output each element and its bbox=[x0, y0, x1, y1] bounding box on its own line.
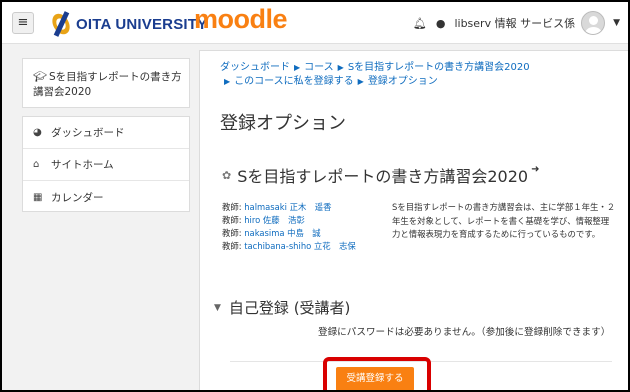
course-summary: Sを目指すレポートの書き方講習会は、主に学部１年生・２年生を対象として、レポート… bbox=[392, 202, 616, 239]
breadcrumb-item[interactable]: ダッシュボード bbox=[220, 62, 290, 73]
avatar[interactable] bbox=[581, 11, 606, 35]
top-navbar: ≡ OITA UNIVERSITY moodle 🔔︎ ● libserv 情報… bbox=[2, 2, 628, 44]
breadcrumb-item[interactable]: コース bbox=[304, 62, 334, 73]
breadcrumb-separator-icon: ▶ bbox=[294, 63, 301, 72]
chat-bubble-icon[interactable]: ● bbox=[436, 17, 446, 30]
enrol-section-title: 自己登録 (受講者) bbox=[228, 299, 351, 317]
breadcrumb: ダッシュボード ▶ コース ▶ Sを目指すレポートの書き方講習会2020 ▶ このコースに… bbox=[220, 61, 600, 89]
sidebar-course-label: Sを目指すレポートの書き方講習会2020 bbox=[33, 71, 182, 98]
bell-icon[interactable]: 🔔︎ bbox=[413, 17, 427, 30]
main-region: ダッシュボード ▶ コース ▶ Sを目指すレポートの書き方講習会2020 ▶ このコースに… bbox=[199, 50, 628, 390]
teacher-row: 教師: hiro 佐藤 浩彰 bbox=[222, 215, 305, 225]
calendar-icon: ▦ bbox=[33, 191, 43, 203]
course-icon: ✿ bbox=[222, 168, 232, 182]
course-title-text[interactable]: Sを目指すレポートの書き方講習会2020 bbox=[237, 163, 528, 187]
teacher-list: 教師: halmasaki 正木 遥香 教師: hiro 佐藤 浩彰 教師: n… bbox=[222, 201, 390, 253]
breadcrumb-separator-icon: ▶ bbox=[357, 77, 364, 86]
teacher-row: 教師: halmasaki 正木 遥香 bbox=[222, 202, 332, 212]
moodle-logo[interactable]: moodle bbox=[194, 4, 288, 35]
sidebar-item-label: ダッシュボード bbox=[51, 127, 125, 139]
breadcrumb-separator-icon: ▶ bbox=[224, 77, 231, 86]
sidebar-item-label: サイトホーム bbox=[51, 159, 114, 171]
teacher-name[interactable]: hiro 佐藤 浩彰 bbox=[244, 215, 305, 225]
teacher-name[interactable]: tachibana-shiho 立花 志保 bbox=[244, 241, 356, 251]
sidebar-item-calendar[interactable]: ▦ カレンダー bbox=[23, 181, 189, 213]
enrol-note: 登録にパスワードは必要ありません。（参加後に登録削除できます） bbox=[318, 327, 611, 338]
teacher-row: 教師: tachibana-shiho 立花 志保 bbox=[222, 241, 356, 251]
user-name[interactable]: libserv 情報 サービス係 bbox=[454, 15, 575, 31]
graduation-cap-icon: 🎓︎ bbox=[33, 70, 47, 83]
course-title: ✿ Sを目指すレポートの書き方講習会2020 ➜ bbox=[222, 163, 540, 187]
teacher-name[interactable]: nakasima 中島 誠 bbox=[244, 228, 320, 238]
breadcrumb-item[interactable]: このコースに私を登録する bbox=[234, 76, 354, 87]
teacher-row: 教師: nakasima 中島 誠 bbox=[222, 228, 321, 238]
home-icon: ⌂ bbox=[33, 159, 40, 170]
breadcrumb-item[interactable]: Sを目指すレポートの書き方講習会2020 bbox=[348, 62, 530, 73]
sidebar-course-link[interactable]: 🎓︎ Sを目指すレポートの書き方講習会2020 bbox=[22, 58, 190, 108]
oita-logo-mark bbox=[48, 10, 74, 38]
navbar-user-area: 🔔︎ ● libserv 情報 サービス係 ▼ bbox=[413, 10, 620, 36]
enrol-section-header[interactable]: ▼ 自己登録 (受講者) bbox=[214, 297, 350, 318]
sidebar-nav: ◕ ダッシュボード ⌂ サイトホーム ▦ カレンダー bbox=[22, 116, 190, 212]
caret-down-icon[interactable]: ▼ bbox=[613, 18, 620, 28]
university-name: OITA UNIVERSITY bbox=[76, 15, 208, 33]
chevron-down-icon[interactable]: ▼ bbox=[214, 303, 221, 313]
hamburger-icon[interactable]: ≡ bbox=[12, 12, 34, 34]
enrol-button[interactable]: 受講登録する bbox=[336, 367, 414, 390]
sidebar-item-site-home[interactable]: ⌂ サイトホーム bbox=[23, 149, 189, 181]
dashboard-icon: ◕ bbox=[33, 127, 42, 138]
oita-university-logo[interactable]: OITA UNIVERSITY bbox=[48, 8, 208, 40]
sidebar-item-label: カレンダー bbox=[51, 191, 104, 204]
breadcrumb-item[interactable]: 登録オプション bbox=[368, 76, 438, 87]
enter-course-icon[interactable]: ➜ bbox=[531, 164, 539, 175]
teacher-name[interactable]: halmasaki 正木 遥香 bbox=[244, 202, 331, 212]
sidebar-item-dashboard[interactable]: ◕ ダッシュボード bbox=[23, 117, 189, 149]
breadcrumb-separator-icon: ▶ bbox=[337, 63, 344, 72]
page-title: 登録オプション bbox=[220, 113, 346, 134]
app-window: ≡ OITA UNIVERSITY moodle 🔔︎ ● libserv 情報… bbox=[0, 0, 630, 392]
